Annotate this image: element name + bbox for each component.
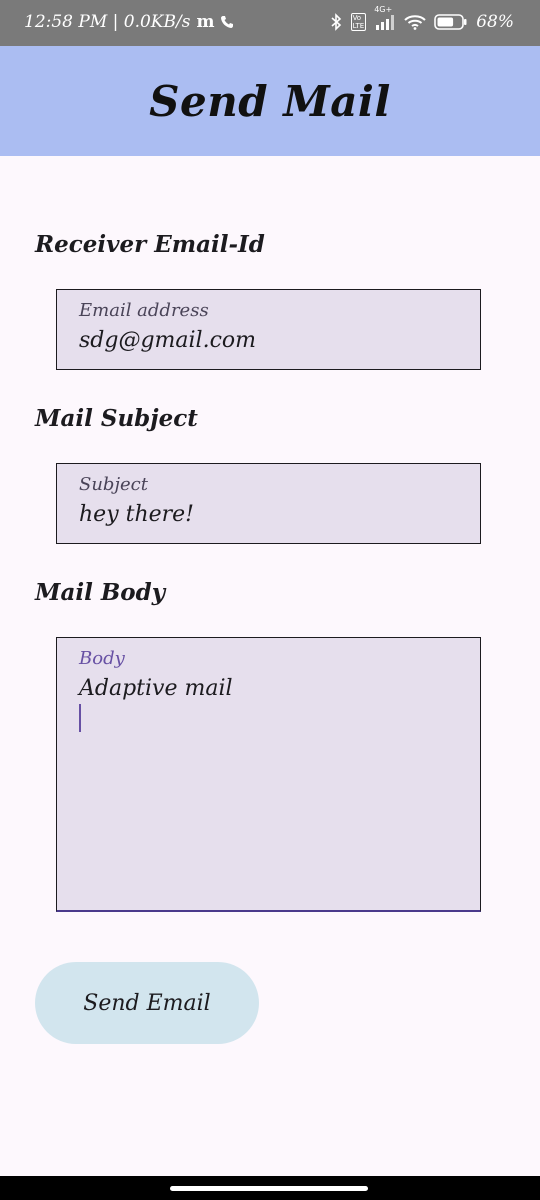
network-type-label: 4G+: [374, 5, 393, 14]
phone-icon: [220, 15, 234, 29]
subject-section-label: Mail Subject: [35, 405, 198, 432]
signal-icon: 4G+: [374, 5, 396, 30]
page-title: Send Mail: [149, 76, 391, 126]
receiver-section-label: Receiver Email-Id: [35, 231, 265, 258]
status-right: Vo LTE 4G+ 68%: [329, 5, 514, 32]
email-field[interactable]: Email address sdg@gmail.com: [56, 289, 481, 370]
text-cursor: [79, 704, 81, 732]
status-time-speed: 12:58 PM | 0.0KB/s: [24, 12, 191, 32]
status-bar: 12:58 PM | 0.0KB/s m Vo LTE 4G+ 68%: [0, 0, 540, 46]
battery-percent: 68%: [476, 12, 514, 32]
email-field-label: Email address: [79, 300, 209, 321]
status-left: 12:58 PM | 0.0KB/s m: [24, 12, 234, 32]
volte-badge-icon: Vo LTE: [350, 13, 367, 31]
home-gesture-handle[interactable]: [170, 1186, 368, 1191]
subject-field-value[interactable]: hey there!: [79, 502, 194, 527]
wifi-icon: [404, 14, 426, 30]
body-field[interactable]: Body Adaptive mail: [56, 637, 481, 912]
body-field-label: Body: [79, 648, 125, 669]
subject-field-label: Subject: [79, 474, 148, 495]
send-email-button[interactable]: Send Email: [35, 962, 259, 1044]
body-field-value[interactable]: Adaptive mail: [79, 676, 233, 701]
battery-icon: [434, 13, 468, 31]
body-section-label: Mail Body: [35, 579, 166, 606]
email-field-value[interactable]: sdg@gmail.com: [79, 328, 256, 353]
navigation-bar: [0, 1176, 540, 1200]
subject-field[interactable]: Subject hey there!: [56, 463, 481, 544]
carrier-icon: m: [196, 12, 215, 32]
app-bar: Send Mail: [0, 46, 540, 156]
bluetooth-icon: [329, 13, 343, 31]
